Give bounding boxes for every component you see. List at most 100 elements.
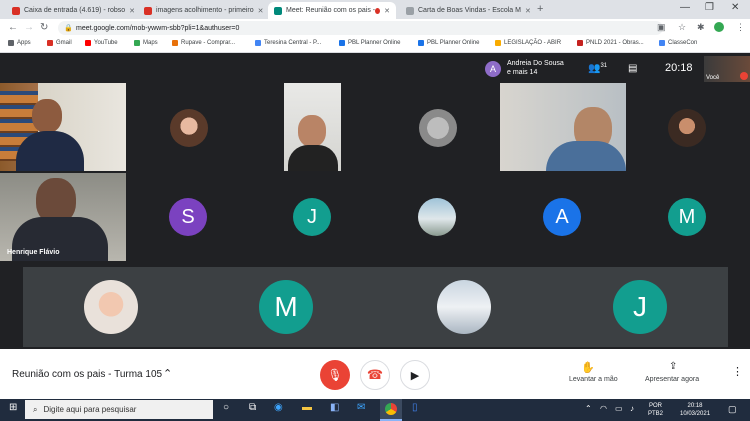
bookmark-pbl-1[interactable]: PBL Planner Online [339, 40, 400, 46]
person-head-image [32, 99, 62, 133]
bookmark-pnld[interactable]: PNLD 2021 - Obras... [577, 40, 644, 46]
maximize-button[interactable]: ❐ [705, 2, 714, 13]
tab-meet[interactable]: Meet: Reunião com os pais - ✕ [268, 2, 396, 19]
maps-icon [134, 40, 140, 46]
speaker-name-label: Henrique Flávio [7, 249, 60, 256]
participant-photo-sky[interactable] [437, 280, 491, 334]
site-icon [495, 40, 501, 46]
site-icon [659, 40, 665, 46]
forward-button[interactable]: → [24, 22, 34, 33]
cortana-icon[interactable]: ○ [223, 402, 229, 413]
participant-photo-landscape[interactable] [418, 198, 456, 236]
person-body-image [546, 141, 626, 171]
participant-avatar-j[interactable]: J [293, 198, 331, 236]
notification-icon[interactable]: ▢ [728, 404, 737, 415]
video-tile-elder-man[interactable] [500, 83, 626, 171]
tab-carta[interactable]: Carta de Boas Vindas - Escola M ✕ [400, 2, 530, 19]
mail-icon[interactable]: ✉ [357, 402, 365, 413]
meeting-title[interactable]: Reunião com os pais - Turma 105 [12, 369, 162, 380]
close-tab-icon[interactable]: ✕ [521, 7, 530, 15]
participant-avatar-j2[interactable]: J [613, 280, 667, 334]
new-tab-button[interactable]: + [537, 3, 543, 15]
youtube-icon [85, 40, 91, 46]
participant-avatar-s[interactable]: S [169, 198, 207, 236]
participant-avatar-a[interactable]: A [543, 198, 581, 236]
browser-tab-strip: Caixa de entrada (4.619) - robso ✕ image… [0, 0, 750, 19]
chat-icon: ▤ [628, 63, 638, 74]
chevron-up-icon[interactable]: ⌃ [163, 367, 172, 380]
gmail-icon [12, 6, 20, 15]
taskbar-clock[interactable]: 20:18 10/03/2021 [680, 402, 710, 418]
language-indicator[interactable]: POR PTB2 [648, 402, 663, 418]
mic-toggle-button[interactable]: 🎙 [320, 360, 350, 390]
bookmark-youtube[interactable]: YouTube [85, 40, 118, 46]
task-view-icon[interactable]: ⧉ [249, 402, 256, 413]
bookmark-gmail[interactable]: Gmail [47, 40, 72, 46]
bookmark-rupave[interactable]: Rupave - Comprar... [172, 40, 235, 46]
close-tab-icon[interactable]: ✕ [380, 7, 390, 15]
bookmark-classecon[interactable]: ClasseCon [659, 40, 697, 46]
address-bar[interactable]: 🔒 meet.google.com/mob-ywwm-sbb?pli=1&aut… [58, 21, 663, 35]
self-view-tile[interactable]: Você [704, 56, 750, 82]
participant-avatar-m[interactable]: M [668, 198, 706, 236]
back-button[interactable]: ← [8, 22, 18, 33]
reload-button[interactable]: ↻ [40, 22, 48, 33]
volume-icon[interactable]: ♪ [630, 404, 634, 413]
camera-indicator-icon[interactable]: ▣ [657, 22, 666, 33]
more-options-icon[interactable]: ⋮ [732, 365, 743, 378]
video-tile-young-man[interactable] [284, 83, 341, 171]
close-window-button[interactable]: ✕ [731, 2, 739, 13]
windows-taskbar: ⊞ ⌕ Digite aqui para pesquisar ○ ⧉ ◉ ▬ ◧… [0, 399, 750, 421]
mic-muted-icon [740, 72, 748, 80]
people-button[interactable]: 👥31 [588, 63, 607, 74]
video-tile-speaker[interactable]: Henrique Flávio [0, 173, 126, 261]
star-icon[interactable]: ☆ [678, 22, 686, 33]
raise-hand-label[interactable]: Levantar a mão [569, 376, 618, 383]
chat-button[interactable]: ▤ [628, 63, 637, 74]
bookmark-pbl-2[interactable]: PBL Planner Online [418, 40, 479, 46]
taskbar-search-input[interactable]: ⌕ Digite aqui para pesquisar [25, 400, 213, 419]
video-tile-bookshelf[interactable] [0, 83, 126, 171]
close-tab-icon[interactable]: ✕ [125, 7, 134, 15]
bookmark-legislacao[interactable]: LEGISLAÇÃO - ABIR [495, 40, 561, 46]
file-explorer-icon[interactable]: ▬ [302, 402, 312, 413]
tab-images[interactable]: imagens acolhimento - primeiro ✕ [138, 2, 266, 19]
presenter-info: Andreia Do Sousa e mais 14 [507, 60, 564, 76]
present-label[interactable]: Apresentar agora [645, 376, 699, 383]
chrome-taskbar-button[interactable] [380, 399, 402, 421]
profile-avatar[interactable] [714, 22, 724, 32]
people-icon: 👥 [588, 63, 601, 74]
battery-icon[interactable]: ▭ [615, 404, 623, 413]
raise-hand-icon[interactable]: ✋ [581, 361, 595, 374]
close-tab-icon[interactable]: ✕ [254, 7, 264, 15]
store-icon[interactable]: ◧ [330, 402, 339, 413]
tray-chevron-icon[interactable]: ⌃ [585, 404, 592, 413]
lock-icon: 🔒 [64, 25, 73, 32]
leave-call-button[interactable]: ☎ [360, 360, 390, 390]
participant-photo-girl[interactable] [84, 280, 138, 334]
camera-toggle-button[interactable]: ▶ [400, 360, 430, 390]
participant-avatar-m2[interactable]: M [259, 280, 313, 334]
minimize-button[interactable]: — [680, 2, 690, 13]
person-body-image [288, 145, 338, 171]
school-icon [406, 6, 414, 15]
wifi-icon[interactable]: ◠ [600, 404, 607, 413]
docs-icon[interactable]: ▯ [412, 402, 418, 413]
bookmark-maps[interactable]: Maps [134, 40, 158, 46]
bookmark-teresina[interactable]: Teresina Central - P... [255, 40, 321, 46]
person-body-image [16, 131, 84, 171]
bookmark-apps[interactable]: Apps [8, 40, 31, 46]
extension-icon[interactable]: ✱ [697, 22, 705, 33]
participant-photo-couple[interactable] [668, 109, 706, 147]
edge-icon[interactable]: ◉ [274, 402, 283, 413]
site-icon [577, 40, 583, 46]
site-icon [418, 40, 424, 46]
presenter-avatar: A [485, 61, 501, 77]
chrome-icon [385, 403, 397, 415]
participant-photo-owl[interactable] [419, 109, 457, 147]
tab-gmail[interactable]: Caixa de entrada (4.619) - robso ✕ [6, 2, 134, 19]
menu-icon[interactable]: ⋮ [736, 22, 745, 33]
participant-photo-woman[interactable] [170, 109, 208, 147]
present-icon[interactable]: ⇪ [669, 361, 677, 372]
windows-start-icon[interactable]: ⊞ [9, 402, 17, 413]
